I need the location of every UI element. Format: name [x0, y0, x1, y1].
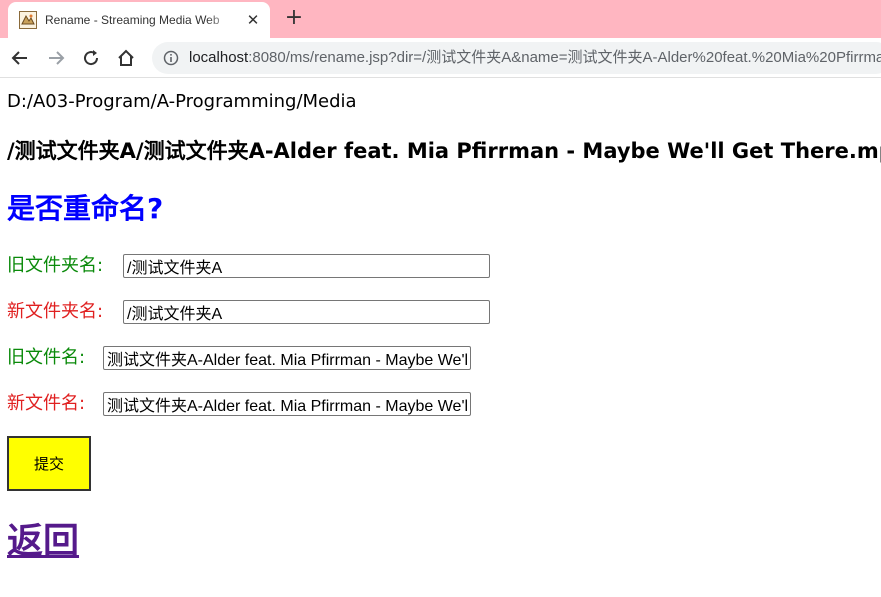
- reload-icon[interactable]: [79, 46, 103, 70]
- rename-question-heading: 是否重命名?: [7, 192, 164, 225]
- new-file-label: 新文件名:: [7, 393, 86, 414]
- url-path: :8080/ms/rename.jsp?dir=/测试文件夹A&name=测试文…: [248, 49, 881, 66]
- url-text: localhost:8080/ms/rename.jsp?dir=/测试文件夹A…: [189, 49, 881, 67]
- page-content: D:/A03-Program/A-Programming/Media /测试文件…: [0, 79, 881, 597]
- new-file-input[interactable]: [103, 392, 471, 416]
- url-host: localhost: [189, 49, 249, 66]
- forward-arrow-icon[interactable]: [44, 46, 68, 70]
- home-icon[interactable]: [114, 46, 138, 70]
- active-tab[interactable]: Rename - Streaming Media Web ✕: [8, 2, 270, 38]
- old-folder-label: 旧文件夹名:: [7, 255, 104, 276]
- browser-toolbar: localhost:8080/ms/rename.jsp?dir=/测试文件夹A…: [0, 38, 881, 78]
- file-path-heading: /测试文件夹A/测试文件夹A-Alder feat. Mia Pfirrman …: [7, 139, 881, 163]
- tab-title: Rename - Streaming Media Web: [45, 13, 220, 27]
- old-file-input[interactable]: [103, 346, 471, 370]
- new-tab-icon[interactable]: +: [282, 6, 306, 30]
- directory-path: D:/A03-Program/A-Programming/Media: [7, 91, 357, 112]
- new-folder-input[interactable]: [123, 300, 490, 324]
- address-bar[interactable]: localhost:8080/ms/rename.jsp?dir=/测试文件夹A…: [152, 42, 881, 74]
- tab-strip: Rename - Streaming Media Web ✕ +: [0, 0, 881, 38]
- old-file-label: 旧文件名:: [7, 347, 86, 368]
- back-link[interactable]: 返回: [7, 520, 79, 564]
- tab-close-icon[interactable]: ✕: [243, 10, 263, 30]
- new-folder-label: 新文件夹名:: [7, 301, 104, 322]
- old-folder-input[interactable]: [123, 254, 490, 278]
- submit-button[interactable]: 提交: [7, 436, 91, 491]
- site-favicon-icon: [19, 11, 37, 29]
- site-info-icon[interactable]: [163, 50, 179, 66]
- back-arrow-icon[interactable]: [8, 46, 32, 70]
